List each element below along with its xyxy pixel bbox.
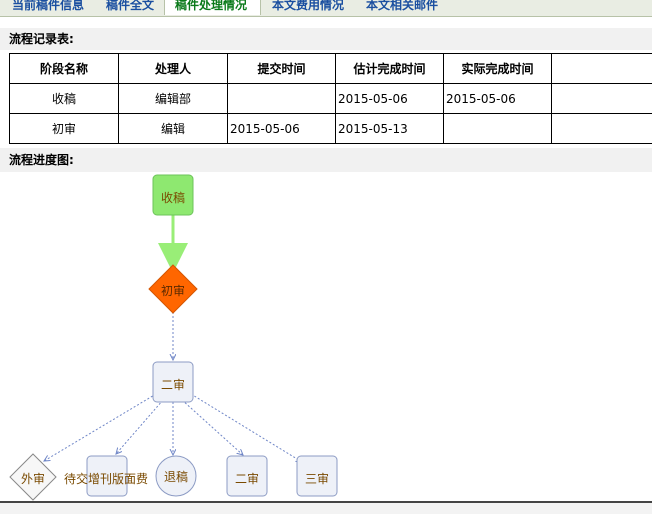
flow-progress-diagram: 收稿 初审 二审 外审 待交增刊版面费 退稿 二审 三审 (0, 172, 652, 502)
flow-record-table: 阶段名称 处理人 提交时间 估计完成时间 实际完成时间 收稿 编辑部 2015-… (9, 53, 652, 144)
column-header: 阶段名称 (10, 54, 119, 84)
column-header: 处理人 (119, 54, 228, 84)
progress-section-title: 流程进度图: (0, 148, 652, 172)
node-label-chushen: 初审 (149, 282, 197, 299)
table-header-row: 阶段名称 处理人 提交时间 估计完成时间 实际完成时间 (10, 54, 652, 84)
bottom-scrollbar[interactable] (0, 501, 652, 514)
column-header (552, 54, 652, 84)
table-cell: 2015-05-13 (336, 114, 444, 144)
tab-fee-status[interactable]: 本文费用情况 (262, 0, 354, 15)
table-cell: 收稿 (10, 84, 119, 114)
flow-diagram-svg (0, 172, 652, 502)
node-label-daijiao: 待交增刊版面费 (64, 470, 154, 487)
node-label-sanshen: 三审 (297, 470, 337, 487)
table-cell: 编辑部 (119, 84, 228, 114)
node-label-tuigao: 退稿 (156, 468, 196, 485)
node-label-ershen: 二审 (153, 376, 193, 393)
node-label-shougao: 收稿 (153, 189, 193, 206)
table-row: 初审 编辑 2015-05-06 2015-05-13 (10, 114, 652, 144)
edge-ershen-sanshen (191, 394, 302, 462)
record-section-title: 流程记录表: (0, 28, 652, 50)
tab-current-manuscript-info[interactable]: 当前稿件信息 (2, 0, 94, 15)
tab-related-emails[interactable]: 本文相关邮件 (356, 0, 448, 15)
table-cell: 2015-05-06 (336, 84, 444, 114)
column-header: 提交时间 (228, 54, 336, 84)
table-cell (444, 114, 552, 144)
edge-ershen-daijiao (116, 400, 163, 454)
table-row: 收稿 编辑部 2015-05-06 2015-05-06 (10, 84, 652, 114)
node-label-ershen2: 二审 (227, 470, 267, 487)
column-header: 实际完成时间 (444, 54, 552, 84)
table-cell: 编辑 (119, 114, 228, 144)
table-cell: 2015-05-06 (228, 114, 336, 144)
tab-manuscript-processing[interactable]: 稿件处理情况 (164, 0, 261, 15)
table-cell: 初审 (10, 114, 119, 144)
tab-strip: 当前稿件信息 稿件全文 稿件处理情况 本文费用情况 本文相关邮件 (0, 0, 652, 17)
node-label-waishen: 外审 (10, 470, 56, 487)
table-cell (552, 114, 652, 144)
table-cell (228, 84, 336, 114)
column-header: 估计完成时间 (336, 54, 444, 84)
tab-manuscript-fulltext[interactable]: 稿件全文 (96, 0, 164, 15)
table-cell: 2015-05-06 (444, 84, 552, 114)
table-cell (552, 84, 652, 114)
edge-ershen-ershen2 (182, 400, 243, 455)
